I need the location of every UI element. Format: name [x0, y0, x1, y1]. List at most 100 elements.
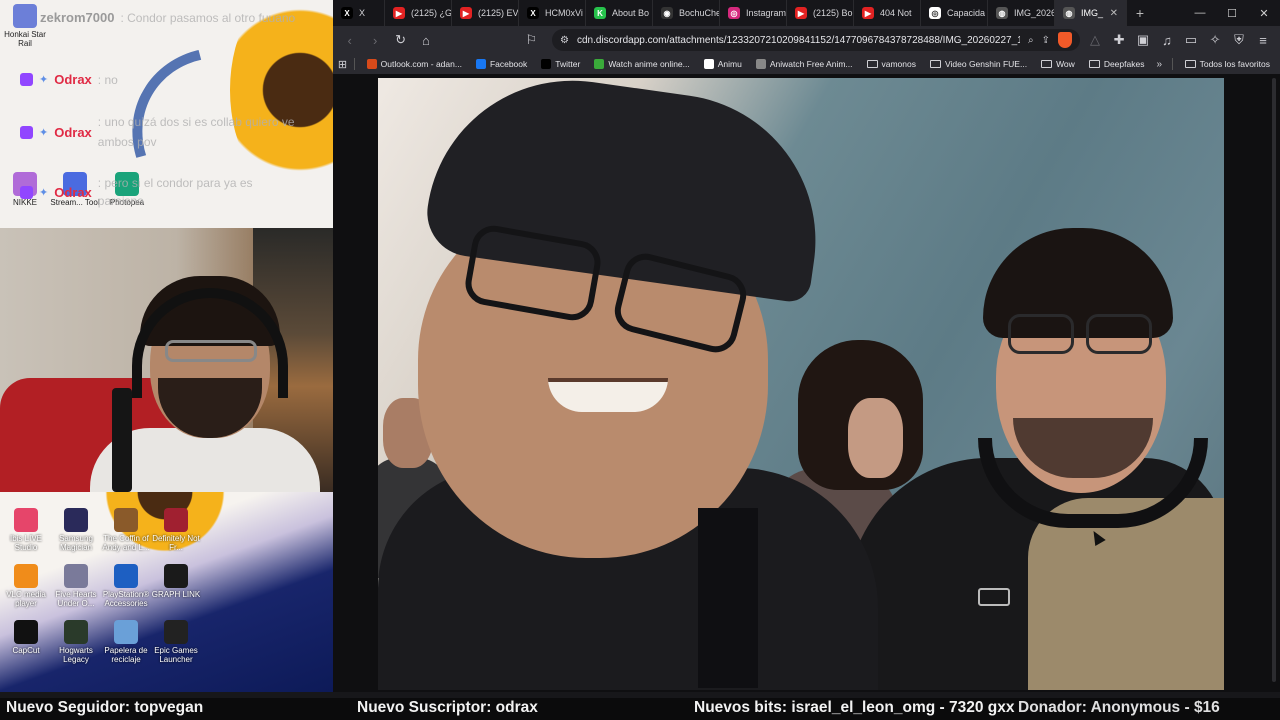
desktop-icon[interactable]: Epic Games Launcher: [151, 620, 201, 664]
tab-close-icon[interactable]: ✕: [1110, 8, 1118, 19]
browser-tab[interactable]: X HCM0xVi: [519, 0, 586, 26]
app-icon: [164, 620, 188, 644]
browser-tab[interactable]: ◍ IMG_2026: [988, 0, 1055, 26]
apps-grid-icon[interactable]: ⊞: [337, 54, 348, 74]
microphone-icon: [112, 388, 132, 492]
tab-label: (2125) ¿G: [411, 8, 452, 18]
desktop-icon[interactable]: GRAPH LINK: [151, 564, 201, 599]
stream-ticker: Nuevo Seguidor: topvegan Nuevo Suscripto…: [0, 698, 1280, 720]
address-bar[interactable]: ⚙ cdn.discordapp.com/attachments/1233207…: [552, 29, 1081, 51]
desktop-icon[interactable]: VLC media player: [1, 564, 51, 608]
desktop-icon[interactable]: Hogwarts Legacy: [51, 620, 101, 664]
bookmark-separator: [1171, 58, 1173, 70]
bookmark-item[interactable]: Watch anime online...: [588, 55, 695, 73]
sidebar-icon[interactable]: ▣: [1132, 29, 1154, 51]
home-icon[interactable]: ⌂: [415, 29, 436, 51]
reload-icon[interactable]: ↻: [390, 29, 411, 51]
tab-favicon-icon: ▶: [795, 7, 807, 19]
bookmark-favicon-icon: [703, 59, 714, 69]
photo-image[interactable]: [378, 78, 1224, 690]
desktop-icon-label: PlayStation® Accessories: [102, 590, 150, 608]
all-bookmarks-folder[interactable]: Todos los favoritos: [1179, 55, 1276, 73]
vpn-icon[interactable]: ⛨: [1228, 29, 1250, 51]
desktop-icon-label: Ibis LIVE Studio: [9, 534, 42, 552]
forward-icon[interactable]: ›: [364, 29, 385, 51]
leo-icon[interactable]: ✧: [1204, 29, 1226, 51]
browser-tab[interactable]: ◍ IMG_ ✕: [1055, 0, 1127, 26]
back-icon[interactable]: ‹: [339, 29, 360, 51]
desktop-icon[interactable]: Ibis LIVE Studio: [1, 508, 51, 552]
maximize-icon[interactable]: ☐: [1216, 0, 1248, 26]
tab-favicon-icon: ▶: [393, 7, 405, 19]
desktop-icon[interactable]: Five Hearts Under O...: [51, 564, 101, 608]
twitch-badge-icon: [20, 125, 33, 139]
more-bookmarks-icon[interactable]: »: [1152, 54, 1166, 74]
bookmark-label: vamonos: [881, 59, 917, 69]
browser-tab[interactable]: ▶ (2125) EV: [452, 0, 519, 26]
bookmark-item[interactable]: Animu: [698, 55, 748, 73]
tab-favicon-icon: ▶: [460, 7, 472, 19]
bookmark-folder[interactable]: Wow: [1035, 55, 1081, 73]
chat-text: : Condor pasamos al otro fuuano: [120, 10, 296, 25]
minimize-icon[interactable]: —: [1184, 0, 1216, 26]
chat-message: ✦ Odrax : no: [20, 72, 118, 87]
browser-tab[interactable]: ▶ (2125) Bo: [787, 0, 854, 26]
scrollbar[interactable]: [1272, 78, 1276, 682]
desktop-icon-label: CapCut: [12, 646, 40, 655]
folder-icon: [930, 60, 941, 68]
tab-bar: X X ▶ (2125) ¿G ▶ (2125) EV X HCM0xVi K About Bo ◉…: [333, 0, 1280, 26]
desktop-icon[interactable]: CapCut: [1, 620, 51, 655]
chat-username: Odrax: [54, 72, 92, 87]
browser-tab[interactable]: ▶ 404 Not: [854, 0, 921, 26]
desktop-icon-label: Honkai Star Rail: [4, 30, 46, 48]
site-info-icon[interactable]: ⚙: [560, 35, 569, 46]
browser-tab[interactable]: K About Bo: [586, 0, 653, 26]
browser-tab[interactable]: XX: [333, 0, 385, 26]
bookmark-item[interactable]: Twitter: [535, 55, 586, 73]
zoom-icon[interactable]: ⌕: [1028, 35, 1034, 46]
brave-shield-icon[interactable]: [1058, 32, 1073, 48]
bookmark-label: Twitter: [555, 59, 581, 69]
rewards-icon[interactable]: △: [1084, 29, 1106, 51]
bookmark-folder[interactable]: Video Genshin FUE...: [924, 55, 1033, 73]
app-icon: [114, 564, 138, 588]
browser-tab[interactable]: ◎ Capacida: [921, 0, 988, 26]
browser-tab[interactable]: ◉ BochuChe: [653, 0, 720, 26]
bookmark-item[interactable]: Facebook: [470, 55, 533, 73]
app-icon: [114, 508, 138, 532]
window-controls: — ☐ ✕: [1184, 0, 1280, 26]
wallet-icon[interactable]: ▭: [1180, 29, 1202, 51]
folder-icon: [1041, 60, 1053, 68]
desktop-icon[interactable]: Papelera de reciclaje: [101, 620, 151, 664]
extensions-icon[interactable]: ✚: [1108, 29, 1130, 51]
new-tab-icon[interactable]: +: [1127, 0, 1153, 26]
bookmark-page-icon[interactable]: ⚐: [521, 29, 542, 51]
bookmark-folder[interactable]: Deepfakes: [1083, 55, 1151, 73]
tab-label: HCM0xVi: [545, 8, 583, 18]
ticker-donor: Donador: Anonymous - $16: [1018, 699, 1220, 716]
close-window-icon[interactable]: ✕: [1248, 0, 1280, 26]
browser-tab[interactable]: ▶ (2125) ¿G: [385, 0, 452, 26]
ticker-bits: Nuevos bits: israel_el_leon_omg - 7320 g…: [694, 699, 1015, 716]
bookmark-item[interactable]: Aniwatch Free Anim...: [750, 55, 859, 73]
share-icon[interactable]: ⇪: [1042, 35, 1050, 46]
tab-label: (2125) EV: [478, 8, 519, 18]
chat-text: : pero si el condor para ya es paraisno: [97, 176, 253, 208]
chat-username: Odrax: [54, 124, 92, 140]
bookmark-item[interactable]: Outlook.com - adan...: [361, 55, 468, 73]
media-icon[interactable]: ♫: [1156, 29, 1178, 51]
desktop-icon[interactable]: Samsung Magician: [51, 508, 101, 552]
browser-toolbar: ‹ › ↻ ⌂ ⚐ ⚙ cdn.discordapp.com/attachmen…: [333, 26, 1280, 54]
desktop-icon[interactable]: PlayStation® Accessories: [101, 564, 151, 608]
bookmark-favicon-icon: [475, 59, 486, 69]
desktop-icon[interactable]: Definitely Not Fr...: [151, 508, 201, 552]
menu-icon[interactable]: ≡: [1252, 29, 1274, 51]
desktop-icon[interactable]: The Coffin of Andy and L...: [101, 508, 151, 552]
jacket-logo: [978, 588, 1010, 606]
bookmark-folder[interactable]: vamonos: [861, 55, 923, 73]
tab-label: Capacida: [947, 8, 986, 18]
chat-text: : uno quizá dos si es collab quiero ve a…: [97, 115, 295, 149]
browser-tab[interactable]: ◎ Instagram: [720, 0, 787, 26]
bookmark-favicon-icon: [594, 59, 605, 69]
tab-label: BochuChe: [679, 8, 720, 18]
